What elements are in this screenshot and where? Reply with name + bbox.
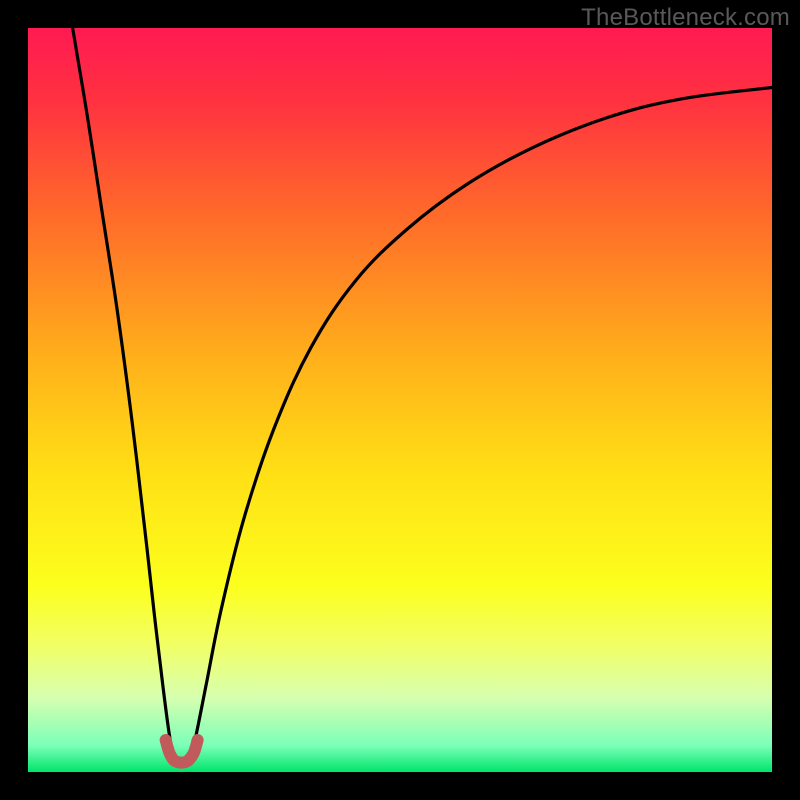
bottleneck-curve: [28, 28, 772, 772]
chart-frame: TheBottleneck.com: [0, 0, 800, 800]
curve-left-branch: [73, 28, 174, 759]
curve-right-branch: [190, 88, 772, 759]
valley-marker: [166, 740, 198, 763]
plot-area: [28, 28, 772, 772]
